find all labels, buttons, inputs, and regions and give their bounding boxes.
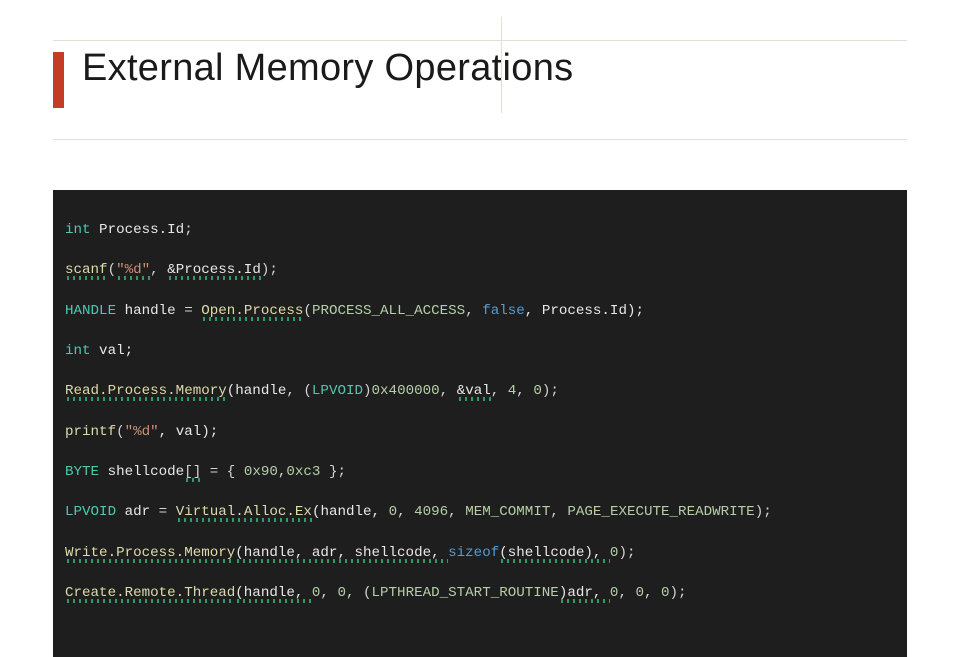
- code-line-7: BYTE shellcode[] = { 0x90,0xc3 };: [65, 462, 895, 482]
- identifier: (shellcode),: [499, 545, 610, 561]
- punct: ,: [491, 383, 508, 399]
- title-bar: External Memory Operations: [53, 40, 907, 140]
- punct: (: [116, 424, 125, 440]
- identifier: Process.Id: [91, 222, 185, 238]
- string: "%d": [116, 262, 150, 278]
- page-title: External Memory Operations: [82, 49, 573, 89]
- code-line-9: Write.Process.Memory(handle, adr, shellc…: [65, 543, 895, 563]
- keyword: int: [65, 343, 91, 359]
- punct: );: [261, 262, 278, 278]
- punct: ,: [516, 383, 533, 399]
- identifier: adr: [116, 504, 159, 520]
- punct: ,: [465, 303, 482, 319]
- keyword: HANDLE: [65, 303, 116, 319]
- punct: ;: [184, 222, 193, 238]
- punct: =: [184, 303, 201, 319]
- number: 0xc3: [286, 464, 320, 480]
- string: "%d": [125, 424, 159, 440]
- identifier: (handle,: [312, 504, 389, 520]
- punct: ,: [550, 504, 567, 520]
- macro: PAGE_EXECUTE_READWRITE: [567, 504, 754, 520]
- punct: );: [670, 585, 687, 601]
- code-line-10: Create.Remote.Thread(handle, 0, 0, (LPTH…: [65, 583, 895, 603]
- code-line-5: Read.Process.Memory(handle, (LPVOID)0x40…: [65, 381, 895, 401]
- keyword: LPVOID: [65, 504, 116, 520]
- identifier: )adr,: [559, 585, 610, 601]
- identifier: val;: [91, 343, 134, 359]
- number: 0: [312, 585, 321, 601]
- punct: (: [303, 303, 312, 319]
- code-block: int Process.Id; scanf("%d", &Process.Id)…: [53, 190, 907, 657]
- fn-virtualallocex: Virtual.Alloc.Ex: [176, 504, 312, 520]
- keyword: false: [482, 303, 525, 319]
- code-line-3: HANDLE handle = Open.Process(PROCESS_ALL…: [65, 301, 895, 321]
- punct: =: [159, 504, 176, 520]
- code-line-4: int val;: [65, 341, 895, 361]
- code-line-6: printf("%d", val);: [65, 422, 895, 442]
- number: 0: [610, 585, 619, 601]
- punct: ,: [448, 504, 465, 520]
- keyword: LPVOID: [312, 383, 363, 399]
- fn-printf: printf: [65, 424, 116, 440]
- identifier: (handle,: [235, 585, 312, 601]
- number: 0: [610, 545, 619, 561]
- code-line-8: LPVOID adr = Virtual.Alloc.Ex(handle, 0,…: [65, 502, 895, 522]
- macro: PROCESS_ALL_ACCESS: [312, 303, 465, 319]
- code-line-2: scanf("%d", &Process.Id);: [65, 260, 895, 280]
- identifier: , Process.Id);: [525, 303, 644, 319]
- punct: ,: [618, 585, 635, 601]
- number: 0: [635, 585, 644, 601]
- punct: ,: [644, 585, 661, 601]
- number: 0: [661, 585, 670, 601]
- fn-readprocessmemory: Read.Process.Memory: [65, 383, 227, 399]
- fn-openprocess: Open.Process: [201, 303, 303, 319]
- macro: LPTHREAD_START_ROUTINE: [372, 585, 559, 601]
- macro: MEM_COMMIT: [465, 504, 550, 520]
- identifier: (handle: [227, 383, 287, 399]
- identifier: &Process.Id: [167, 262, 261, 278]
- number: 0x400000: [372, 383, 440, 399]
- number: 0: [389, 504, 398, 520]
- fn-writeprocessmemory: Write.Process.Memory: [65, 545, 235, 561]
- keyword: sizeof: [448, 545, 499, 561]
- number: 4096: [414, 504, 448, 520]
- number: 0x90: [244, 464, 278, 480]
- keyword: int: [65, 222, 91, 238]
- fn-scanf: scanf: [65, 262, 108, 278]
- punct: ,: [150, 262, 167, 278]
- slide: External Memory Operations int Process.I…: [0, 0, 960, 540]
- punct: , (: [346, 585, 372, 601]
- identifier: (handle, adr, shellcode,: [235, 545, 448, 561]
- punct: ,: [440, 383, 457, 399]
- punct: };: [320, 464, 346, 480]
- fn-createremotethread: Create.Remote.Thread: [65, 585, 235, 601]
- accent-bar: [53, 52, 64, 108]
- number: 0: [337, 585, 346, 601]
- punct: );: [542, 383, 559, 399]
- brackets: []: [184, 464, 201, 480]
- punct: );: [755, 504, 772, 520]
- punct: ): [363, 383, 372, 399]
- punct: = {: [201, 464, 244, 480]
- punct: );: [618, 545, 635, 561]
- identifier: handle: [116, 303, 184, 319]
- code-line-1: int Process.Id;: [65, 220, 895, 240]
- number: 0: [533, 383, 542, 399]
- punct: ,: [320, 585, 337, 601]
- identifier: , val);: [159, 424, 219, 440]
- identifier: &val: [457, 383, 491, 399]
- keyword: BYTE: [65, 464, 99, 480]
- punct: , (: [286, 383, 312, 399]
- punct: (: [108, 262, 117, 278]
- punct: ,: [397, 504, 414, 520]
- identifier: shellcode: [99, 464, 184, 480]
